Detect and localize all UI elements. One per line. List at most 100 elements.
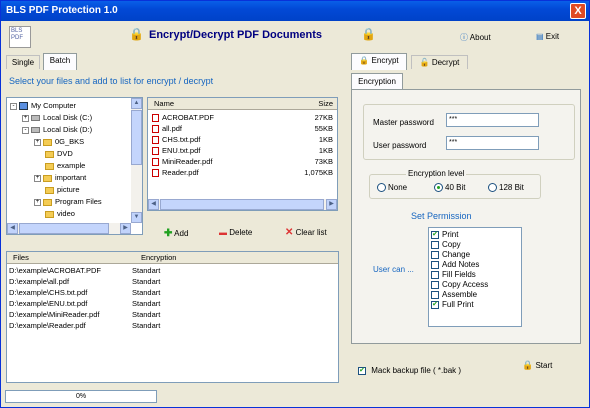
folder-icon: [43, 174, 52, 182]
queue-encryption: Standart: [132, 310, 161, 319]
folder-icon: [45, 186, 54, 194]
file-scroll-thumb[interactable]: [160, 199, 324, 210]
file-size: 73KB: [314, 157, 333, 166]
add-button[interactable]: ✚ Add: [164, 228, 188, 239]
radio-128bit[interactable]: 128 Bit: [488, 183, 524, 193]
tab-encryption-sub[interactable]: Encryption: [351, 73, 403, 89]
delete-label: Delete: [229, 228, 253, 237]
expand-toggle-icon[interactable]: +: [34, 174, 41, 182]
user-password-input[interactable]: ***: [446, 136, 539, 150]
file-row[interactable]: CHS.txt.pdf 1KB: [148, 134, 337, 145]
file-size: 55KB: [314, 124, 333, 133]
column-files[interactable]: Files: [13, 252, 29, 264]
expand-toggle-icon[interactable]: +: [22, 114, 29, 122]
pdf-file-icon: [152, 158, 159, 167]
clear-label: Clear list: [295, 228, 327, 237]
queue-row[interactable]: D:\example\Reader.pdf Standart: [7, 320, 338, 331]
queue-row[interactable]: D:\example\ACROBAT.PDF Standart: [7, 265, 338, 276]
expand-toggle-icon[interactable]: +: [34, 138, 41, 146]
tab-encrypt[interactable]: 🔒 Encrypt: [351, 53, 407, 70]
clear-list-button[interactable]: ✕ Clear list: [285, 227, 327, 238]
tree-item[interactable]: - Local Disk (D:): [10, 124, 139, 136]
folder-tree[interactable]: - My Computer + Local Disk (C:) - Local Disk …: [6, 97, 143, 235]
file-row[interactable]: MiniReader.pdf 73KB: [148, 156, 337, 167]
tree-vertical-scrollbar[interactable]: ▲ ▼: [131, 98, 142, 223]
file-list-scrollbar[interactable]: ◀ ▶: [148, 199, 337, 210]
tab-batch[interactable]: Batch: [43, 53, 77, 70]
permission-checkbox-icon[interactable]: ✔: [431, 230, 439, 239]
file-row[interactable]: Reader.pdf 1,075KB: [148, 167, 337, 178]
queue-file-path: D:\example\CHS.txt.pdf: [9, 288, 88, 297]
tree-item[interactable]: picture: [10, 184, 139, 196]
tree-item-label: 0G_BKS: [55, 137, 85, 146]
tree-item[interactable]: + Local Disk (C:): [10, 112, 139, 124]
exit-button[interactable]: ▤ Exit: [536, 32, 559, 41]
app-logo: BLS PDF: [9, 26, 31, 48]
permission-item[interactable]: ✔ Print: [431, 230, 519, 240]
permission-checkbox-icon[interactable]: [431, 250, 439, 259]
scroll-down-icon[interactable]: ▼: [131, 212, 142, 223]
file-row[interactable]: ENU.txt.pdf 1KB: [148, 145, 337, 156]
expand-toggle-icon[interactable]: -: [22, 126, 29, 134]
file-row[interactable]: ACROBAT.PDF 27KB: [148, 112, 337, 123]
start-button[interactable]: 🔒 Start: [522, 360, 552, 371]
permission-item[interactable]: Add Notes: [431, 260, 519, 270]
file-scroll-left-icon[interactable]: ◀: [148, 199, 159, 210]
file-name: Reader.pdf: [162, 168, 199, 177]
close-button[interactable]: X: [570, 3, 586, 19]
tree-scroll-thumb[interactable]: [131, 110, 142, 165]
column-name[interactable]: Name: [154, 98, 174, 110]
column-size[interactable]: Size: [318, 98, 333, 110]
expand-toggle-icon[interactable]: +: [34, 198, 41, 206]
permission-checkbox-icon[interactable]: ✔: [431, 300, 439, 309]
queue-row[interactable]: D:\example\MiniReader.pdf Standart: [7, 309, 338, 320]
permission-item[interactable]: Assemble: [431, 290, 519, 300]
master-password-input[interactable]: ***: [446, 113, 539, 127]
tree-hscroll-thumb[interactable]: [19, 223, 109, 234]
permission-item[interactable]: Change: [431, 250, 519, 260]
permission-item[interactable]: Fill Fields: [431, 270, 519, 280]
tree-horizontal-scrollbar[interactable]: ◀ ▶: [7, 223, 131, 234]
radio-none[interactable]: None: [377, 183, 407, 193]
permission-label: Assemble: [442, 290, 478, 299]
tree-item[interactable]: example: [10, 160, 139, 172]
scroll-left-icon[interactable]: ◀: [7, 223, 18, 234]
permission-list[interactable]: ✔ Print Copy Change Add Notes Fill Fields Copy…: [428, 227, 522, 327]
tab-decrypt[interactable]: 🔓 Decrypt: [411, 55, 468, 69]
tree-item[interactable]: + important: [10, 172, 139, 184]
permission-label: Print: [442, 230, 459, 239]
queue-row[interactable]: D:\example\ENU.txt.pdf Standart: [7, 298, 338, 309]
permission-checkbox-icon[interactable]: [431, 280, 439, 289]
permission-item[interactable]: Copy Access: [431, 280, 519, 290]
delete-icon: ▬: [219, 228, 227, 237]
queue-list[interactable]: Files Encryption D:\example\ACROBAT.PDF S…: [6, 251, 339, 383]
queue-file-path: D:\example\all.pdf: [9, 277, 70, 286]
tree-item[interactable]: DVD: [10, 148, 139, 160]
column-encryption[interactable]: Encryption: [141, 252, 176, 264]
tree-item[interactable]: video: [10, 208, 139, 220]
tree-item[interactable]: + Program Files: [10, 196, 139, 208]
delete-button[interactable]: ▬ Delete: [219, 228, 252, 237]
permission-item[interactable]: ✔ Full Print: [431, 300, 519, 310]
about-button[interactable]: ⓘ About: [460, 32, 491, 43]
tree-item[interactable]: - My Computer: [10, 100, 139, 112]
tab-single[interactable]: Single: [6, 55, 40, 69]
queue-row[interactable]: D:\example\all.pdf Standart: [7, 276, 338, 287]
scroll-right-icon[interactable]: ▶: [120, 223, 131, 234]
queue-row[interactable]: D:\example\CHS.txt.pdf Standart: [7, 287, 338, 298]
backup-checkbox[interactable]: ✔ Mack backup file ( *.bak ): [358, 366, 461, 375]
radio-40bit[interactable]: 40 Bit: [434, 183, 465, 193]
tree-item[interactable]: +0G_BKS: [10, 136, 139, 148]
permission-checkbox-icon[interactable]: [431, 240, 439, 249]
file-scroll-right-icon[interactable]: ▶: [326, 199, 337, 210]
permission-checkbox-icon[interactable]: [431, 260, 439, 269]
queue-encryption: Standart: [132, 299, 161, 308]
expand-toggle-icon[interactable]: -: [10, 102, 17, 110]
permission-checkbox-icon[interactable]: [431, 290, 439, 299]
file-row[interactable]: all.pdf 55KB: [148, 123, 337, 134]
file-list[interactable]: Name Size ACROBAT.PDF 27KB all.pdf 55KB CHS.…: [147, 97, 338, 211]
scroll-up-icon[interactable]: ▲: [131, 98, 142, 109]
permission-item[interactable]: Copy: [431, 240, 519, 250]
radio-none-circle: [377, 183, 386, 193]
permission-checkbox-icon[interactable]: [431, 270, 439, 279]
